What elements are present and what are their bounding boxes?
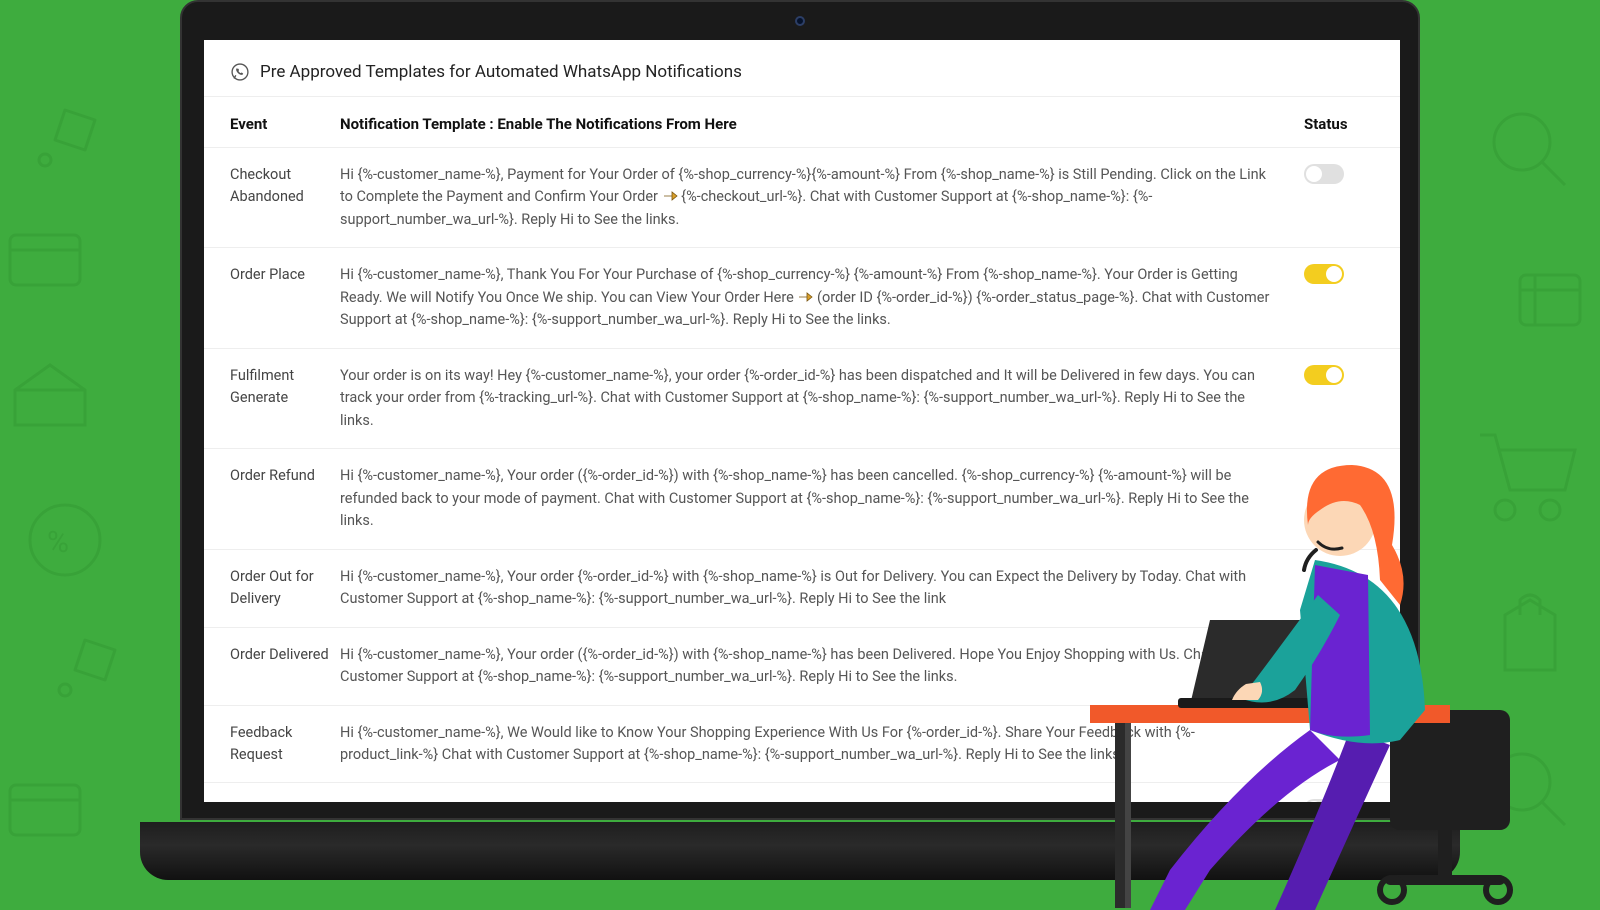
laptop-bezel: Pre Approved Templates for Automated Wha… (180, 0, 1420, 820)
column-status: Status (1304, 115, 1374, 133)
templates-panel: Pre Approved Templates for Automated Wha… (204, 40, 1400, 802)
event-name: Order Place (230, 264, 340, 331)
table-row: Fulfilment GenerateYour order is on its … (204, 348, 1400, 448)
event-name: Order Refund (230, 465, 340, 532)
status-cell (1304, 566, 1374, 611)
table-row: Checkout AbandonedHi {%-customer_name-%}… (204, 147, 1400, 247)
event-name: Order Out for Delivery (230, 566, 340, 611)
table-row: Feedback RequestHi {%-customer_name-%}, … (204, 705, 1400, 783)
status-cell (1304, 164, 1374, 231)
event-name: Order Place Notification to Admin (230, 799, 340, 802)
event-name: Checkout Abandoned (230, 164, 340, 231)
table-row: Order DeliveredHi {%-customer_name-%}, Y… (204, 627, 1400, 705)
templates-table: Event Notification Template : Enable The… (204, 97, 1400, 802)
table-row: Order Place Notification to AdminHello A… (204, 782, 1400, 802)
template-text: Hi {%-customer_name-%}, Your order {%-or… (340, 566, 1304, 611)
template-text: Hi {%-customer_name-%}, Payment for Your… (340, 164, 1304, 231)
template-text: Hi {%-customer_name-%}, Your order ({%-o… (340, 644, 1304, 689)
event-name: Fulfilment Generate (230, 365, 340, 432)
column-event: Event (230, 115, 340, 133)
status-cell (1304, 465, 1374, 532)
template-text: Hello Admin You have a New Order on your… (340, 799, 1304, 802)
table-header: Event Notification Template : Enable The… (204, 97, 1400, 147)
status-toggle[interactable] (1304, 164, 1344, 184)
event-name: Feedback Request (230, 722, 340, 767)
status-toggle[interactable] (1304, 799, 1344, 802)
panel-header: Pre Approved Templates for Automated Wha… (204, 48, 1400, 97)
status-cell (1304, 264, 1374, 331)
template-text: Hi {%-customer_name-%}, Your order ({%-o… (340, 465, 1304, 532)
table-row: Order Out for DeliveryHi {%-customer_nam… (204, 549, 1400, 627)
table-row: Order PlaceHi {%-customer_name-%}, Thank… (204, 247, 1400, 347)
panel-title: Pre Approved Templates for Automated Wha… (260, 62, 742, 82)
event-name: Order Delivered (230, 644, 340, 689)
table-row: Order RefundHi {%-customer_name-%}, Your… (204, 448, 1400, 548)
whatsapp-icon (230, 62, 250, 82)
column-template: Notification Template : Enable The Notif… (340, 115, 1304, 133)
status-cell (1304, 722, 1374, 767)
status-cell (1304, 365, 1374, 432)
template-text: Hi {%-customer_name-%}, Thank You For Yo… (340, 264, 1304, 331)
status-cell (1304, 799, 1374, 802)
status-toggle[interactable] (1304, 264, 1344, 284)
template-text: Your order is on its way! Hey {%-custome… (340, 365, 1304, 432)
template-text: Hi {%-customer_name-%}, We Would like to… (340, 722, 1304, 767)
laptop-base (140, 822, 1460, 880)
laptop-frame: Pre Approved Templates for Automated Wha… (180, 0, 1420, 880)
app-screen: Pre Approved Templates for Automated Wha… (204, 40, 1400, 802)
camera-icon (795, 16, 805, 26)
svg-text:%: % (47, 525, 69, 560)
status-toggle[interactable] (1304, 365, 1344, 385)
status-cell (1304, 644, 1374, 689)
